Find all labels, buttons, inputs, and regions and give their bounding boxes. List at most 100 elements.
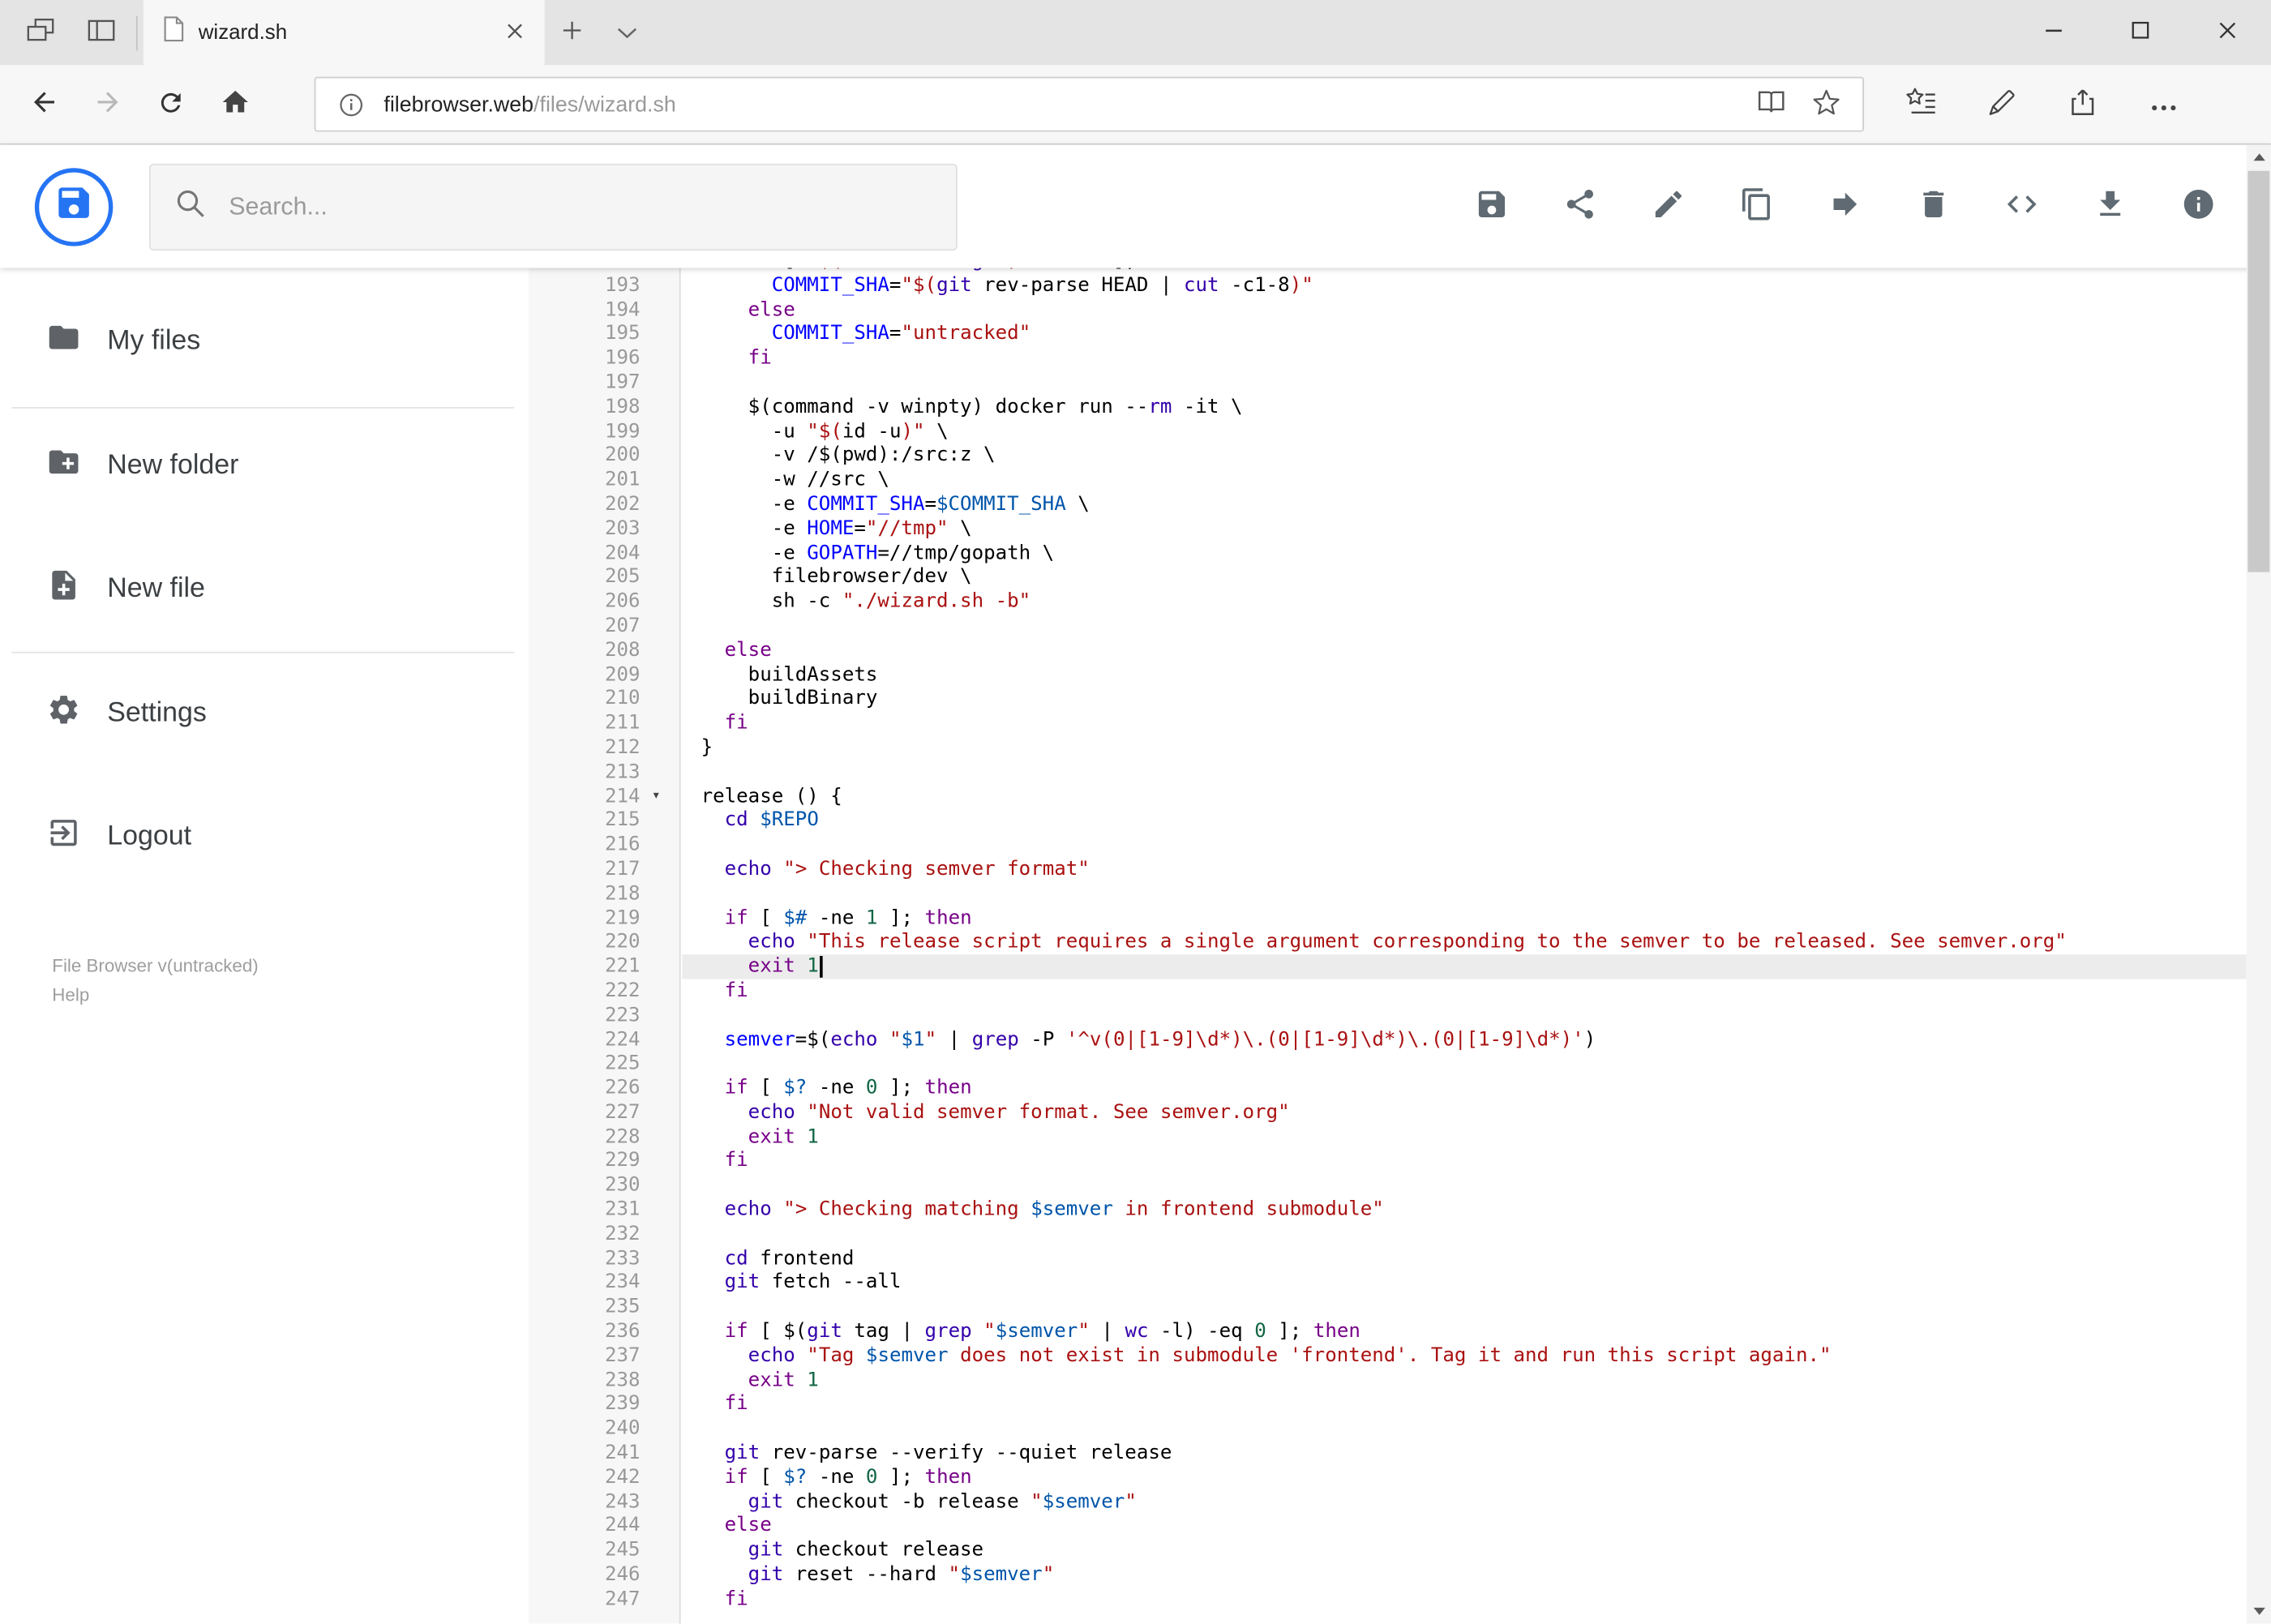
site-info-icon[interactable] [329,78,373,130]
code-line[interactable]: exit 1 [682,1125,2246,1149]
line-number[interactable]: 192 [539,268,683,273]
code-line[interactable] [682,1222,2246,1246]
code-line[interactable]: if [ "$(command -v git)" != "" ]; then [682,268,2246,273]
code-line[interactable]: echo "> Checking semver format" [682,857,2246,881]
line-number[interactable]: 240 [539,1416,683,1441]
line-number[interactable]: 206 [539,589,683,614]
add-favorite-button[interactable] [1799,78,1854,130]
line-number[interactable]: 230 [539,1173,683,1198]
line-number[interactable]: 203 [539,516,683,541]
line-number[interactable]: 221 [539,954,683,979]
code-line[interactable]: -u "$(id -u)" \ [682,419,2246,443]
line-number[interactable]: 194 [539,298,683,322]
code-line[interactable]: semver=$(echo "$1" | grep -P '^v(0|[1-9]… [682,1027,2246,1052]
code-line[interactable] [682,371,2246,395]
code-line[interactable]: -e GOPATH=//tmp/gopath \ [682,541,2246,565]
code-line[interactable]: fi [682,979,2246,1003]
line-number[interactable]: 224 [539,1027,683,1052]
line-number[interactable]: 227 [539,1100,683,1125]
code-line[interactable]: $(command -v winpty) docker run --rm -it… [682,395,2246,419]
help-link[interactable]: Help [52,985,89,1005]
line-number[interactable]: 197 [539,371,683,395]
maximize-button[interactable] [2097,0,2184,65]
line-number[interactable]: 201 [539,468,683,492]
address-bar[interactable]: filebrowser.web/files/wizard.sh [314,76,1865,132]
line-number[interactable]: 205 [539,565,683,589]
code-line[interactable]: buildAssets [682,662,2246,687]
line-number[interactable]: 222 [539,979,683,1003]
code-line[interactable]: -e HOME="//tmp" \ [682,516,2246,541]
line-number[interactable]: 244 [539,1515,683,1539]
code-line[interactable] [682,614,2246,638]
code-line[interactable]: git reset --hard "$semver" [682,1563,2246,1588]
code-line[interactable]: fi [682,346,2246,371]
line-number[interactable]: 237 [539,1343,683,1368]
line-number[interactable]: 228 [539,1125,683,1149]
line-number[interactable]: 236 [539,1319,683,1343]
line-number[interactable]: 200 [539,443,683,468]
line-number[interactable]: 217 [539,857,683,881]
download-button[interactable] [2076,172,2145,242]
copy-button[interactable] [1722,172,1792,242]
line-number[interactable]: 213 [539,760,683,784]
line-number[interactable]: 234 [539,1270,683,1295]
line-number[interactable]: 196 [539,346,683,371]
code-line[interactable] [682,1295,2246,1319]
search-input[interactable] [229,191,933,221]
code-line[interactable]: git rev-parse --verify --quiet release [682,1442,2246,1466]
minimize-button[interactable] [2010,0,2097,65]
web-note-button[interactable] [1969,72,2033,136]
close-window-button[interactable] [2184,0,2271,65]
code-line[interactable]: exit 1 [682,954,2247,979]
line-number[interactable]: 214 ▾ [539,784,683,808]
line-number[interactable]: 220 [539,930,683,954]
app-version-link[interactable]: File Browser v(untracked) [52,956,258,976]
back-button[interactable] [11,72,75,136]
sidebar-item-logout[interactable]: Logout [0,794,520,881]
code-line[interactable]: git checkout -b release "$semver" [682,1490,2246,1515]
code-editor[interactable]: 1921931941951961971981992002012022032042… [529,268,2247,1624]
code-line[interactable] [682,760,2246,784]
code-line[interactable]: echo "> Checking matching $semver in fro… [682,1198,2246,1222]
line-number[interactable]: 193 [539,273,683,298]
code-line[interactable] [682,1052,2246,1076]
line-number[interactable]: 209 [539,662,683,687]
code-line[interactable]: if [ $? -ne 0 ]; then [682,1076,2246,1100]
rename-button[interactable] [1634,172,1703,242]
line-number[interactable]: 195 [539,322,683,346]
sidebar-item-new-folder[interactable]: New folder [0,423,520,510]
code-line[interactable]: cd $REPO [682,808,2246,833]
line-number[interactable]: 202 [539,492,683,516]
code-line[interactable]: buildBinary [682,687,2246,711]
new-tab-button[interactable] [545,0,600,65]
code-lines[interactable]: if [ "$(command -v git)" != "" ]; then C… [682,268,2247,1611]
delete-button[interactable] [1899,172,1969,242]
page-scrollbar[interactable] [2246,144,2271,1624]
line-number[interactable]: 199 [539,419,683,443]
home-button[interactable] [203,72,267,136]
line-number[interactable]: 198 [539,395,683,419]
code-line[interactable]: else [682,638,2246,662]
url-text[interactable]: filebrowser.web/files/wizard.sh [383,92,1743,116]
line-number[interactable]: 216 [539,833,683,857]
sidebar-item-settings[interactable]: Settings [0,671,520,757]
search-box[interactable] [148,162,958,251]
code-line[interactable] [682,881,2246,906]
line-number[interactable]: 215 [539,808,683,833]
line-number[interactable]: 226 [539,1076,683,1100]
line-number[interactable]: 229 [539,1149,683,1173]
code-line[interactable]: -e COMMIT_SHA=$COMMIT_SHA \ [682,492,2246,516]
tab-preview-toggle[interactable] [600,0,655,65]
code-line[interactable]: fi [682,711,2246,735]
line-number[interactable]: 238 [539,1368,683,1392]
code-line[interactable]: echo "This release script requires a sin… [682,930,2246,954]
line-number[interactable]: 212 [539,735,683,760]
tabs-set-aside-button[interactable] [78,10,124,56]
code-line[interactable] [682,1416,2246,1441]
set-tabs-aside-button[interactable] [17,10,63,56]
code-line[interactable]: COMMIT_SHA="$(git rev-parse HEAD | cut -… [682,273,2246,298]
code-line[interactable] [682,833,2246,857]
code-line[interactable]: -v /$(pwd):/src:z \ [682,443,2246,468]
scrollbar-thumb[interactable] [2247,170,2270,572]
line-number[interactable]: 242 [539,1466,683,1490]
